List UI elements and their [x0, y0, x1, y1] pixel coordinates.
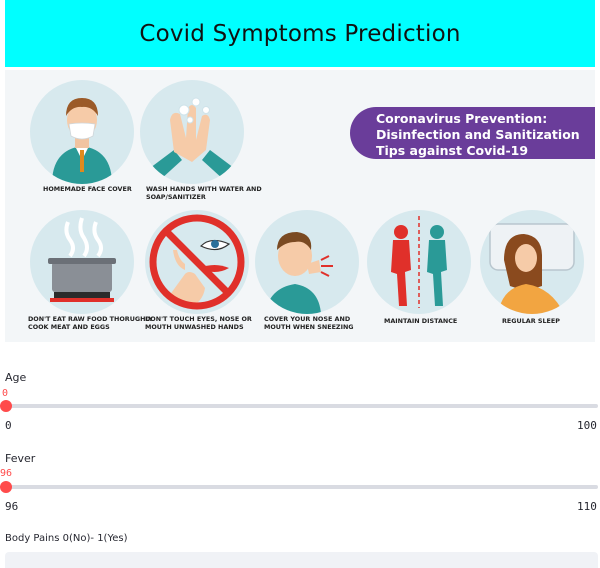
cooking-pot-icon — [30, 210, 134, 314]
fever-value: 96 — [0, 468, 13, 479]
tip-caption: REGULAR SLEEP — [502, 317, 560, 325]
page-title: Covid Symptoms Prediction — [139, 20, 461, 47]
fever-slider-thumb[interactable] — [0, 481, 12, 493]
hand-washing-icon — [140, 80, 244, 184]
fever-max: 110 — [577, 500, 597, 513]
tip-caption: HOMEMADE FACE COVER — [43, 185, 132, 193]
no-touch-face-icon — [145, 210, 249, 314]
tip-caption: MAINTAIN DISTANCE — [384, 317, 458, 325]
body-pains-label: Body Pains 0(No)- 1(Yes) — [5, 533, 128, 544]
app-header: Covid Symptoms Prediction — [5, 0, 595, 67]
distance-icon — [367, 210, 471, 314]
fever-slider-track[interactable] — [5, 485, 598, 489]
prevention-headline: Coronavirus Prevention: Disinfection and… — [350, 107, 595, 159]
age-slider-thumb[interactable] — [0, 400, 12, 412]
prevention-infographic: HOMEMADE FACE COVER WASH HANDS WITH WATE… — [5, 70, 595, 342]
face-mask-person-icon — [30, 80, 134, 184]
age-max: 100 — [577, 419, 597, 432]
body-pains-select[interactable] — [5, 552, 598, 568]
age-label: Age — [5, 371, 27, 384]
age-min: 0 — [5, 419, 12, 432]
tip-caption: DON'T EAT RAW FOOD THORUGHLY COOK MEAT A… — [28, 315, 154, 331]
fever-min: 96 — [5, 500, 19, 513]
fever-label: Fever — [5, 452, 36, 465]
tip-caption: DON'T TOUCH EYES, NOSE OR MOUTH UNWASHED… — [145, 315, 252, 331]
tip-caption: COVER YOUR NOSE AND MOUTH WHEN SNEEZING — [264, 315, 354, 331]
age-slider-track[interactable] — [5, 404, 598, 408]
sneeze-cover-icon — [255, 210, 359, 314]
age-value: 0 — [2, 388, 9, 399]
sleep-icon — [480, 210, 584, 314]
tip-caption: WASH HANDS WITH WATER AND SOAP/SANITIZER — [146, 185, 262, 201]
